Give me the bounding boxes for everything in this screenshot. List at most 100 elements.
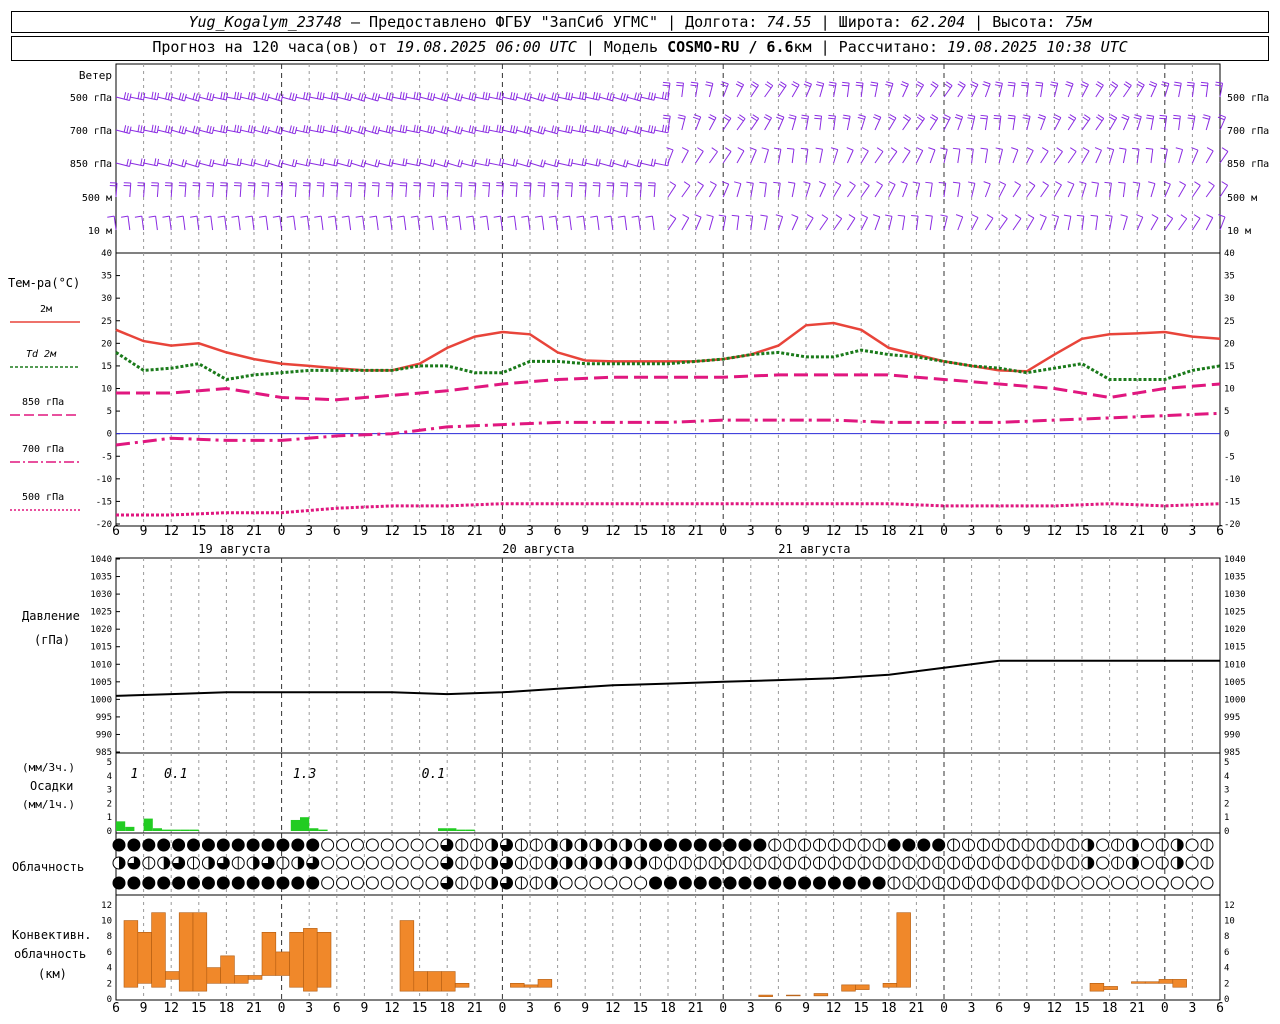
wind-barb-shaft bbox=[1178, 116, 1181, 131]
temp-tick-left: -20 bbox=[96, 520, 112, 530]
wind-barb bbox=[1095, 81, 1104, 98]
cloud-half bbox=[253, 857, 260, 869]
wind-barb-feather bbox=[776, 116, 783, 121]
temp-tick-right: -5 bbox=[1224, 452, 1235, 462]
wind-barb bbox=[1090, 214, 1099, 231]
precip-tick-right: 0 bbox=[1224, 827, 1229, 837]
wind-barb bbox=[708, 114, 717, 131]
cloud-symbol bbox=[231, 876, 245, 890]
wind-barb-shaft bbox=[681, 185, 691, 198]
wind-barb-feather bbox=[523, 92, 527, 100]
wind-barb-feather bbox=[617, 215, 625, 218]
cloud-half bbox=[625, 839, 632, 851]
wind-barb bbox=[399, 182, 408, 198]
cloud-circle bbox=[738, 838, 752, 852]
wind-barb-shaft bbox=[874, 184, 883, 198]
wind-barb-shaft bbox=[377, 182, 380, 198]
wind-barb-feather bbox=[156, 158, 160, 166]
conv-tick-right: 10 bbox=[1224, 917, 1235, 927]
wind-barb-feather bbox=[1111, 81, 1118, 87]
cloud-symbol bbox=[291, 838, 305, 852]
conv-bar bbox=[1103, 986, 1118, 990]
conv-bar bbox=[855, 984, 870, 990]
wind-barb-feather bbox=[457, 93, 461, 101]
wind-barb-feather bbox=[1203, 114, 1211, 118]
wind-barb-feather bbox=[220, 91, 223, 99]
cloud-circle bbox=[410, 876, 424, 890]
conv-bar bbox=[275, 951, 290, 976]
wind-barb-feather bbox=[1042, 181, 1049, 186]
wind-barb-feather bbox=[872, 214, 880, 218]
wind-barb bbox=[994, 81, 1003, 98]
wind-barb-shaft bbox=[403, 216, 407, 231]
precip-bar bbox=[162, 829, 172, 831]
wind-barb bbox=[336, 125, 353, 135]
wind-barb-feather bbox=[994, 84, 1002, 87]
wind-barb-feather bbox=[540, 126, 544, 134]
wind-barb-shaft bbox=[1095, 183, 1099, 198]
wind-barb-feather bbox=[165, 125, 168, 133]
wind-barb-shaft bbox=[833, 149, 839, 164]
cloud-circle bbox=[1066, 876, 1080, 890]
wind-barb-shaft bbox=[791, 217, 799, 231]
time-tick-label: 15 bbox=[633, 524, 649, 539]
wind-barb bbox=[336, 92, 353, 102]
wind-barb-shaft bbox=[488, 182, 491, 198]
wind-barb bbox=[557, 91, 574, 101]
cloud-circle bbox=[738, 876, 752, 890]
temp-tick-left: 30 bbox=[101, 294, 112, 304]
temp-tick-right: 0 bbox=[1224, 430, 1229, 440]
wind-barb-shaft bbox=[543, 182, 546, 198]
cloud-half bbox=[610, 839, 617, 851]
wind-barb bbox=[452, 215, 462, 231]
wind-barb-shaft bbox=[1164, 183, 1171, 198]
time-tick-label-bottom: 12 bbox=[605, 1001, 621, 1016]
wind-barb bbox=[841, 81, 850, 98]
wind-barb-feather bbox=[676, 84, 684, 87]
cloud-symbol bbox=[1140, 876, 1154, 890]
wind-barb bbox=[872, 114, 882, 131]
wind-barb-feather bbox=[190, 215, 198, 218]
pressure-tick-left: 1000 bbox=[90, 695, 112, 705]
wind-barb bbox=[557, 158, 574, 167]
cloud-symbol bbox=[1185, 856, 1199, 870]
wind-barb-feather bbox=[1051, 214, 1059, 218]
cloud-symbol bbox=[455, 838, 469, 852]
wind-barb-feather bbox=[650, 92, 654, 100]
wind-barb-feather bbox=[957, 83, 965, 88]
wind-barb-feather bbox=[289, 125, 292, 133]
wind-barb-feather bbox=[766, 81, 774, 87]
wind-barb-feather bbox=[1137, 81, 1145, 86]
wind-barb-feather bbox=[305, 125, 309, 133]
wind-barb-shaft bbox=[1012, 116, 1016, 131]
conv-bar bbox=[758, 994, 773, 997]
temp-tick-right: 15 bbox=[1224, 362, 1235, 372]
wind-barb-feather bbox=[993, 117, 1001, 120]
wind-barb-feather bbox=[623, 159, 626, 167]
cloud-symbol bbox=[246, 838, 260, 852]
wind-barb bbox=[502, 92, 518, 101]
cloud-symbol bbox=[1036, 838, 1050, 852]
cloud-half bbox=[581, 857, 588, 869]
wind-barb-feather bbox=[834, 181, 842, 186]
wind-barb-feather bbox=[568, 158, 571, 166]
wind-barb bbox=[915, 147, 924, 164]
cloud-symbol bbox=[976, 856, 990, 870]
wind-barb-feather bbox=[291, 93, 295, 101]
temp-tick-left: 0 bbox=[107, 430, 112, 440]
cloud-symbol bbox=[1111, 876, 1125, 890]
cloud-symbol bbox=[902, 856, 916, 870]
wind-barb bbox=[998, 214, 1008, 231]
wind-barb bbox=[722, 147, 732, 164]
wind-barb-feather bbox=[623, 93, 626, 101]
wind-barb-feather bbox=[485, 92, 488, 100]
wind-barb-feather bbox=[1110, 114, 1117, 119]
wind-barb bbox=[984, 214, 994, 231]
wind-barb-feather bbox=[165, 92, 168, 100]
cloud-circle bbox=[365, 856, 379, 870]
temp-tick-left: -10 bbox=[96, 475, 112, 485]
wind-barb-feather bbox=[250, 92, 253, 100]
wind-barb-feather bbox=[737, 116, 744, 122]
wind-barb bbox=[902, 147, 911, 164]
wind-barb bbox=[736, 114, 746, 131]
